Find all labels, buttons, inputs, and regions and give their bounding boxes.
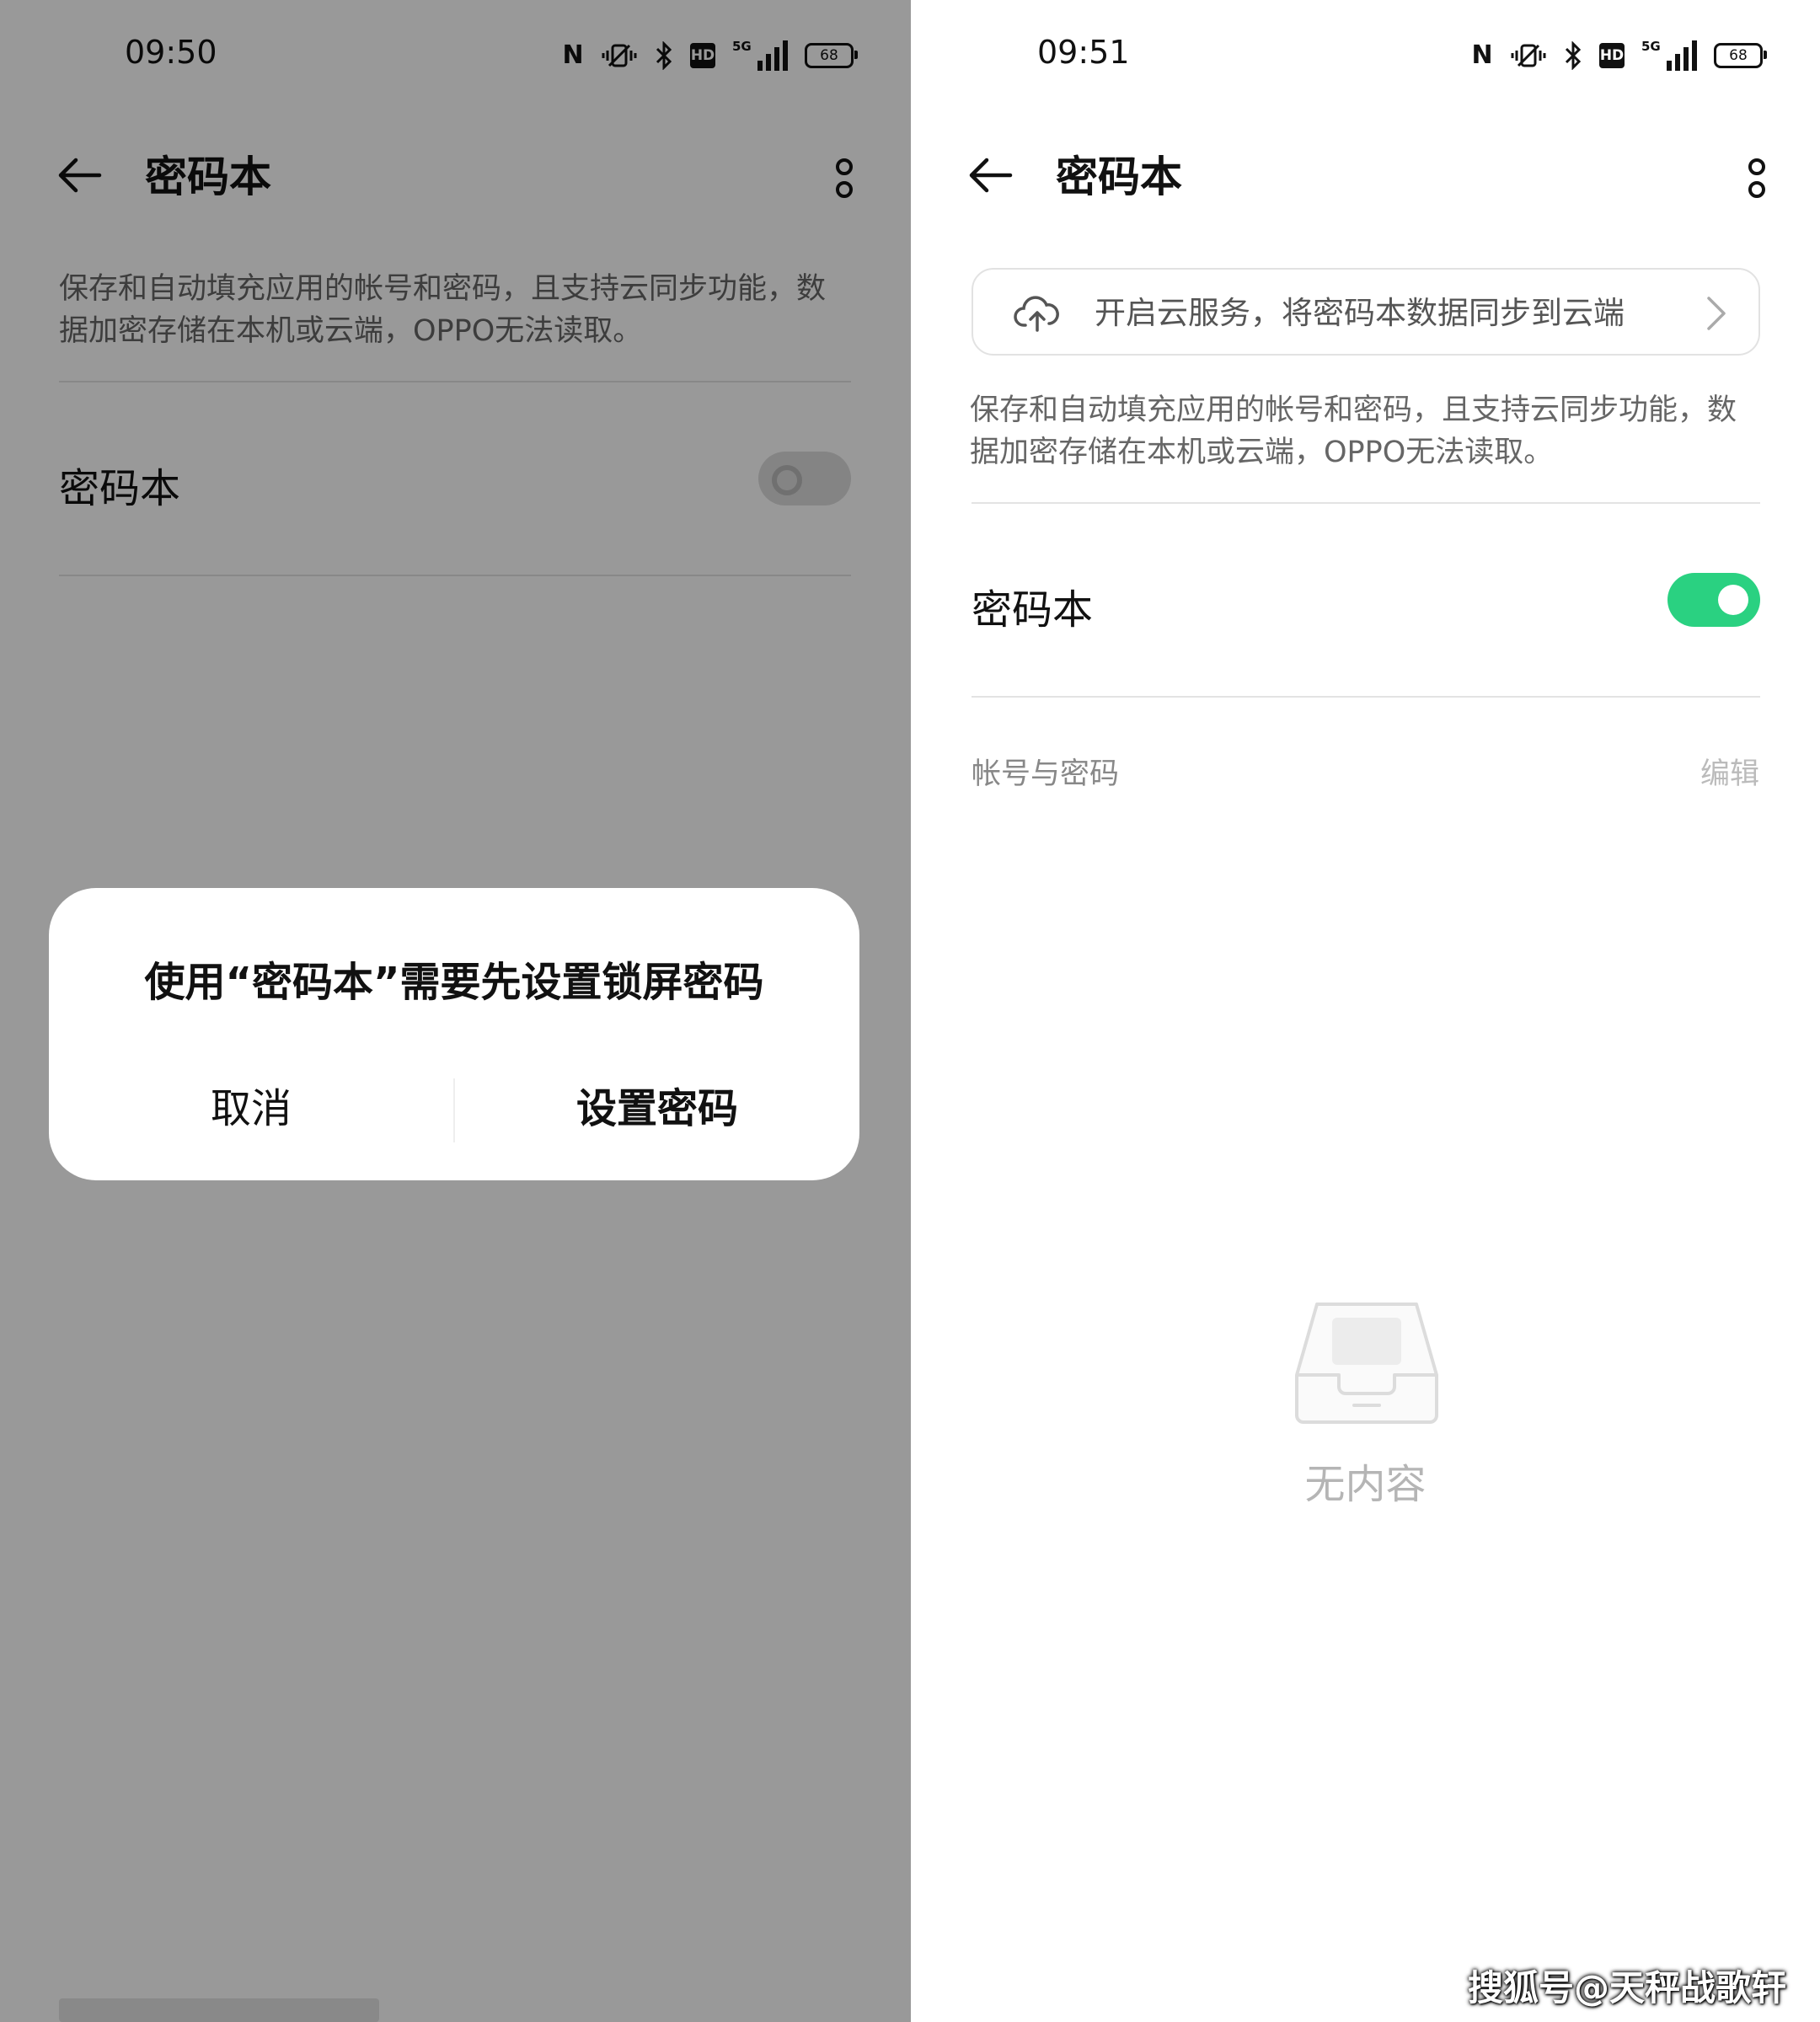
status-icons: N HD 5G 68 — [1471, 35, 1767, 76]
hd-icon: HD — [1599, 43, 1625, 68]
cloud-upload-icon — [1014, 296, 1059, 332]
nfc-icon: N — [1471, 40, 1493, 70]
password-book-label: 密码本 — [972, 586, 1094, 634]
watermark: 搜狐号@天秤战歌轩 — [1467, 1967, 1786, 2009]
top-bar: 密码本 — [911, 126, 1820, 227]
lock-screen-password-dialog: 使用“密码本”需要先设置锁屏密码 取消 设置密码 — [49, 888, 859, 1180]
empty-tray-icon — [1295, 1303, 1438, 1424]
left-screen: 09:50 N HD 5G 68 密码本 保存和自动填充应用的帐号和密码，且支持… — [0, 0, 911, 2022]
status-time: 09:51 — [1037, 34, 1130, 71]
description-text: 保存和自动填充应用的帐号和密码，且支持云同步功能，数据加密存储在本机或云端，OP… — [970, 393, 1737, 469]
set-password-button[interactable]: 设置密码 — [455, 1075, 859, 1134]
dimmed-background-content — [59, 1998, 379, 2022]
page-title: 密码本 — [1056, 152, 1182, 201]
bluetooth-icon — [1564, 41, 1582, 70]
divider — [972, 502, 1760, 504]
more-options-icon[interactable] — [1747, 158, 1767, 204]
toggle-knob — [1718, 585, 1748, 615]
back-arrow-icon[interactable] — [965, 150, 1015, 201]
dialog-message: 使用“密码本”需要先设置锁屏密码 — [144, 959, 764, 1006]
password-book-toggle[interactable] — [1667, 573, 1760, 627]
status-bar: 09:51 N HD 5G 68 — [911, 0, 1820, 110]
cloud-sync-banner[interactable]: 开启云服务，将密码本数据同步到云端 — [972, 268, 1760, 356]
battery-icon: 68 — [1714, 43, 1767, 68]
section-header-accounts: 帐号与密码 — [972, 757, 1120, 791]
vibrate-icon — [1510, 42, 1547, 69]
empty-state-text: 无内容 — [1304, 1461, 1427, 1508]
divider — [972, 696, 1760, 698]
cloud-banner-text: 开启云服务，将密码本数据同步到云端 — [1095, 295, 1625, 331]
cancel-button[interactable]: 取消 — [49, 1075, 453, 1134]
chevron-right-icon — [1707, 297, 1726, 330]
signal-icon: 5G — [1641, 39, 1697, 71]
right-screen: 09:51 N HD 5G 68 密码本 开启云服务，将密码本数据同步到云端 保… — [911, 0, 1820, 2022]
edit-button[interactable]: 编辑 — [1700, 750, 1759, 793]
